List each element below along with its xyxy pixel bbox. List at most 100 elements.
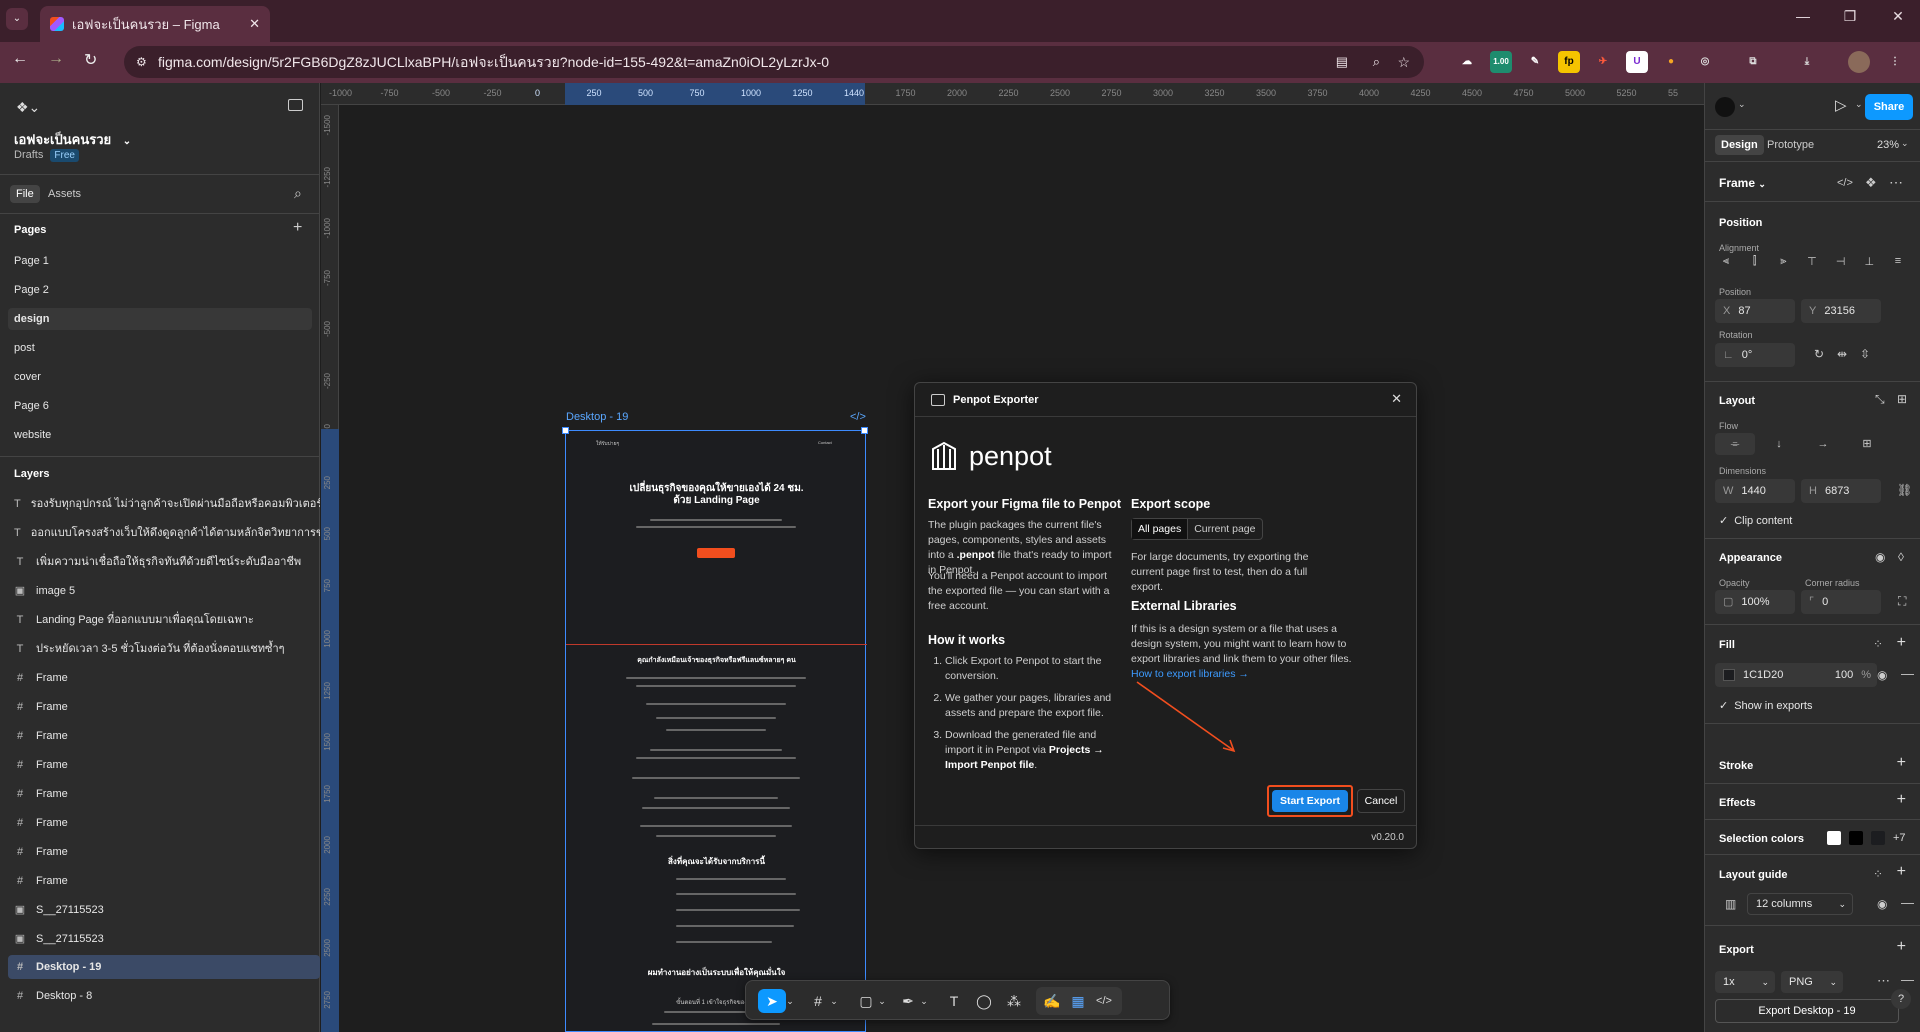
align-top-icon[interactable]: ⊤ — [1801, 255, 1823, 277]
avatar[interactable] — [1715, 97, 1735, 117]
tab-design[interactable]: Design — [1715, 135, 1764, 155]
align-right-icon[interactable]: ⫸ — [1772, 255, 1794, 277]
zoom-icon[interactable]: ⌕ — [1373, 46, 1380, 78]
draw-mode-icon[interactable]: ✍ — [1040, 989, 1064, 1013]
layer-item[interactable]: # Frame — [8, 811, 320, 835]
pen-tool-icon[interactable]: ✒ — [896, 989, 920, 1013]
chevron-down-icon[interactable]: ⌄ — [918, 989, 930, 1013]
dev-mode-icon[interactable]: </> — [1092, 989, 1116, 1013]
tab-file[interactable]: File — [10, 185, 40, 203]
layer-item[interactable]: T รองรับทุกอุปกรณ์ ไม่ว่าลูกค้าจะเปิดผ่าน… — [8, 492, 320, 516]
layer-item[interactable]: T ออกแบบโครงสร้างเว็บให้ดึงดูดลูกค้าได้ตา… — [8, 521, 320, 545]
chevron-down-icon[interactable]: ⌄ — [876, 989, 888, 1013]
add-layout-guide-icon[interactable]: + — [1897, 863, 1906, 881]
opacity-field[interactable]: ▢ 100% — [1715, 590, 1795, 614]
chevron-down-icon[interactable]: ⌄ — [1738, 99, 1746, 110]
extensions-puzzle-icon[interactable]: ⧉ — [1742, 51, 1764, 73]
layout-guide-styles-icon[interactable]: ⁘ — [1873, 867, 1883, 881]
export-button[interactable]: Export Desktop - 19 — [1715, 999, 1899, 1023]
burger-extension-icon[interactable]: ● — [1660, 51, 1682, 73]
forward-icon[interactable]: → — [48, 50, 64, 68]
toggle-sidebar-icon[interactable] — [288, 99, 303, 111]
frame-handle[interactable] — [562, 427, 569, 434]
fill-swatch[interactable] — [1723, 669, 1735, 681]
width-field[interactable]: W 1440 — [1715, 479, 1795, 503]
blend-mode-icon[interactable]: ◊ — [1898, 550, 1904, 564]
more-options-icon[interactable]: ⋯ — [1889, 174, 1903, 191]
fp-extension-icon[interactable]: fp — [1558, 51, 1580, 73]
layer-item[interactable]: T Landing Page ที่ออกแบบมาเพื่อคุณโดยเฉพา… — [8, 608, 320, 632]
scope-current-page[interactable]: Current page — [1188, 519, 1261, 539]
profile-avatar[interactable] — [1848, 51, 1870, 73]
tab-close-icon[interactable]: ✕ — [249, 16, 260, 32]
chevron-down-icon[interactable]: ⌄ — [828, 989, 840, 1013]
cloud-extension-icon[interactable]: ☁ — [1456, 51, 1478, 73]
layer-item-selected[interactable]: # Desktop - 19 — [8, 955, 320, 979]
compass-extension-icon[interactable]: ◎ — [1694, 51, 1716, 73]
export-scale-select[interactable]: 1x ⌄ — [1715, 971, 1775, 993]
distribute-icon[interactable]: ≡ — [1887, 255, 1909, 277]
page-item-design[interactable]: design — [8, 308, 312, 330]
frame-handle[interactable] — [861, 427, 868, 434]
bookmark-star-icon[interactable]: ☆ — [1397, 46, 1410, 78]
tab-prototype[interactable]: Prototype — [1767, 139, 1814, 151]
close-icon[interactable]: ✕ — [1391, 391, 1402, 407]
add-effect-icon[interactable]: + — [1897, 791, 1906, 809]
u-extension-icon[interactable]: U — [1626, 51, 1648, 73]
text-tool-icon[interactable]: T — [942, 989, 966, 1013]
add-export-icon[interactable]: + — [1897, 938, 1906, 956]
url-field[interactable]: ⚙ figma.com/design/5r2FGB6DgZ8zJUCLlxaBP… — [124, 46, 1424, 78]
rectangle-tool-icon[interactable]: ▢ — [854, 989, 878, 1013]
chevron-down-icon[interactable]: ⌄ — [784, 989, 796, 1013]
show-in-exports-checkbox[interactable]: ✓ Show in exports — [1719, 699, 1812, 712]
page-item-cover[interactable]: cover — [8, 366, 312, 388]
add-stroke-icon[interactable]: + — [1897, 754, 1906, 772]
layer-item[interactable]: T ประหยัดเวลา 3-5 ชั่วโมงต่อวัน ที่ต้องนั… — [8, 637, 320, 661]
layout-guide-select[interactable]: 12 columns ⌄ — [1747, 893, 1853, 915]
remove-layout-guide-icon[interactable]: — — [1901, 895, 1914, 910]
align-center-h-icon[interactable]: ⫿ — [1744, 255, 1766, 277]
color-picker-extension-icon[interactable]: ✎ — [1524, 51, 1546, 73]
page-item-website[interactable]: website — [8, 424, 312, 446]
frame-tool-icon[interactable]: # — [806, 989, 830, 1013]
layer-item[interactable]: T เพิ่มความน่าเชื่อถือให้ธุรกิจทันทีด้วยด… — [8, 550, 320, 574]
align-left-icon[interactable]: ⫷ — [1715, 255, 1737, 277]
desktop-19-frame[interactable]: ให้รับบ่ายๆ Contact เปลี่ยนธุรกิจของคุณใ… — [562, 427, 868, 1032]
code-icon[interactable]: </> — [850, 411, 866, 423]
fill-field[interactable]: 1C1D20 100 % — [1715, 663, 1877, 687]
align-middle-v-icon[interactable]: ⊣ — [1830, 255, 1852, 277]
selection-color-swatch[interactable] — [1849, 831, 1863, 845]
page-item-post[interactable]: post — [8, 337, 312, 359]
layer-item[interactable]: ▣ S__27115523 — [8, 898, 320, 922]
layer-item[interactable]: ▣ S__27115523 — [8, 927, 320, 951]
tab-list-dropdown-icon[interactable]: ⌄ — [6, 8, 28, 30]
selection-colors-more[interactable]: +7 — [1893, 832, 1906, 844]
download-icon[interactable]: ⤓ — [1796, 51, 1818, 73]
height-field[interactable]: H 6873 — [1801, 479, 1881, 503]
flow-horizontal-icon[interactable]: → — [1803, 433, 1843, 455]
layer-item[interactable]: # Frame — [8, 840, 320, 864]
chevron-down-icon[interactable]: ⌄ — [1855, 99, 1863, 110]
back-icon[interactable]: ← — [12, 50, 28, 68]
design-mode-icon[interactable]: ▦ — [1066, 989, 1090, 1013]
meter-extension-icon[interactable]: 1.00 — [1490, 51, 1512, 73]
fill-styles-icon[interactable]: ⁘ — [1873, 637, 1883, 651]
layer-item[interactable]: # Frame — [8, 695, 320, 719]
layer-item[interactable]: # Frame — [8, 782, 320, 806]
add-fill-icon[interactable]: + — [1897, 634, 1906, 652]
corner-radius-field[interactable]: ⌜ 0 — [1801, 590, 1881, 614]
start-export-button[interactable]: Start Export — [1272, 790, 1348, 812]
code-icon[interactable]: </> — [1837, 177, 1853, 189]
share-button[interactable]: Share — [1865, 94, 1913, 120]
x-field[interactable]: X 87 — [1715, 299, 1795, 323]
minimize-icon[interactable]: — — [1793, 8, 1813, 28]
flow-grid-icon[interactable]: ⊞ — [1847, 433, 1887, 455]
align-bottom-icon[interactable]: ⊥ — [1858, 255, 1880, 277]
rotate-90-icon[interactable]: ↻ — [1814, 347, 1824, 361]
comment-tool-icon[interactable]: ◯ — [972, 989, 996, 1013]
layout-guide-icon[interactable]: ▥ — [1725, 897, 1736, 911]
red-extension-icon[interactable]: ✈ — [1592, 51, 1614, 73]
y-field[interactable]: Y 23156 — [1801, 299, 1881, 323]
node-type-selector[interactable]: Frame ⌄ — [1719, 176, 1766, 190]
layer-item[interactable]: # Desktop - 8 — [8, 984, 320, 1008]
